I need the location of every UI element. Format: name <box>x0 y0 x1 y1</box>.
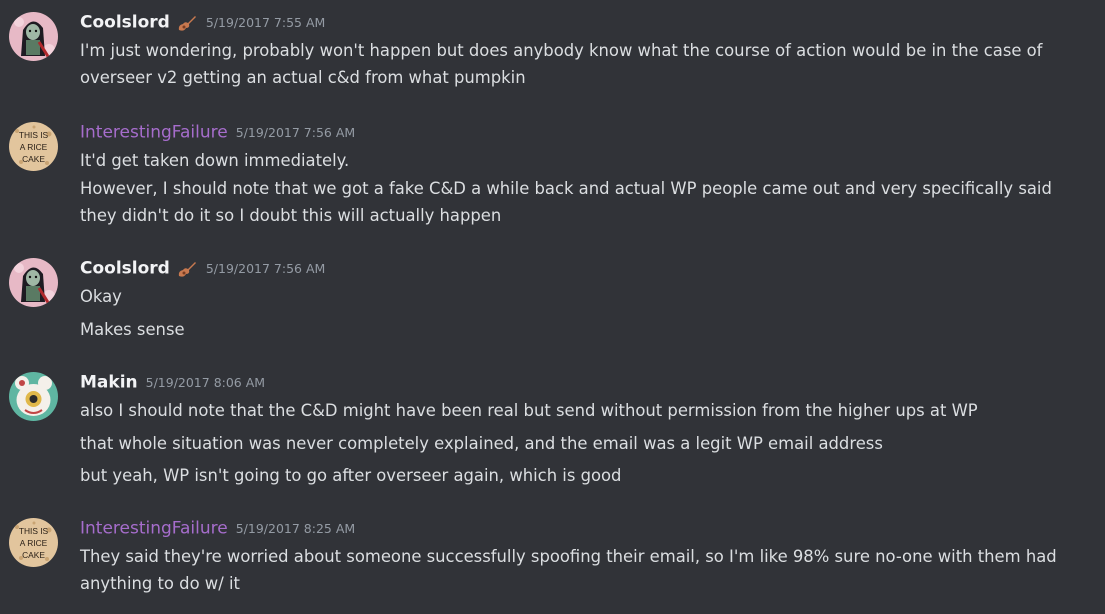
rice-cake-avatar-icon: THIS IS A RICE CAKE <box>9 518 58 567</box>
timestamp[interactable]: 5/19/2017 8:25 AM <box>236 521 355 536</box>
timestamp[interactable]: 5/19/2017 7:56 AM <box>206 261 325 276</box>
username[interactable]: InterestingFailure <box>80 123 228 143</box>
timestamp[interactable]: 5/19/2017 8:06 AM <box>146 375 265 390</box>
svg-text:THIS IS: THIS IS <box>19 526 49 536</box>
avatar[interactable] <box>9 258 58 307</box>
svg-text:CAKE: CAKE <box>22 154 45 164</box>
message-header: InterestingFailure 5/19/2017 8:25 AM <box>80 518 355 540</box>
guitar-icon <box>176 259 198 279</box>
message-header: Coolslord 5/19/2017 7:56 AM <box>80 258 325 280</box>
svg-text:A RICE: A RICE <box>20 538 48 548</box>
message-text: Okay <box>80 287 122 306</box>
message-text: I'm just wondering, probably won't happe… <box>80 41 1043 87</box>
eyeball-bear-avatar-icon <box>9 372 58 421</box>
username[interactable]: Coolslord <box>80 259 170 279</box>
timestamp[interactable]: 5/19/2017 7:56 AM <box>236 125 355 140</box>
avatar[interactable]: THIS IS A RICE CAKE <box>9 122 58 171</box>
svg-text:THIS IS: THIS IS <box>19 130 49 140</box>
username[interactable]: Coolslord <box>80 13 170 33</box>
message-text: that whole situation was never completel… <box>80 434 883 453</box>
message-text: also I should note that the C&D might ha… <box>80 401 978 420</box>
guitar-icon <box>176 13 198 33</box>
message-header: Coolslord 5/19/2017 7:55 AM <box>80 12 325 34</box>
svg-text:CAKE: CAKE <box>22 550 45 560</box>
svg-text:A RICE: A RICE <box>20 142 48 152</box>
message-text: but yeah, WP isn't going to go after ove… <box>80 466 622 485</box>
message-header: InterestingFailure 5/19/2017 7:56 AM <box>80 122 355 144</box>
chat-log: Coolslord 5/19/2017 7:55 AM I'm just wond… <box>0 0 1105 614</box>
username[interactable]: Makin <box>80 373 138 393</box>
message-text: However, I should note that we got a fak… <box>80 179 1052 225</box>
avatar[interactable] <box>9 372 58 421</box>
avatar[interactable] <box>9 12 58 61</box>
username[interactable]: InterestingFailure <box>80 519 228 539</box>
message-text: It'd get taken down immediately. <box>80 151 350 170</box>
avatar[interactable]: THIS IS A RICE CAKE <box>9 518 58 567</box>
vampire-girl-avatar-icon <box>9 258 58 307</box>
vampire-girl-avatar-icon <box>9 12 58 61</box>
message-text: They said they're worried about someone … <box>80 547 1057 593</box>
rice-cake-avatar-icon: THIS IS A RICE CAKE <box>9 122 58 171</box>
message-header: Makin 5/19/2017 8:06 AM <box>80 372 265 394</box>
timestamp[interactable]: 5/19/2017 7:55 AM <box>206 15 325 30</box>
message-text: Makes sense <box>80 320 185 339</box>
